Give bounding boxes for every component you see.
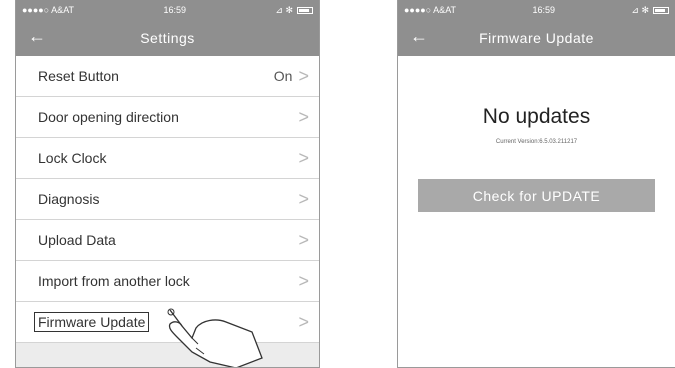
chevron-right-icon: > [298,270,309,291]
firmware-update-screen: ●●●●○ A&AT 16:59 ⊿ ✻ ← Firmware Update N… [397,0,675,368]
row-value: On [273,68,293,84]
carrier-label: ●●●●○ A&AT [404,5,457,15]
back-arrow-icon[interactable]: ← [28,26,46,47]
chevron-right-icon: > [298,229,309,250]
battery-icon [297,6,313,14]
chevron-right-icon: > [298,65,309,86]
chevron-right-icon: > [298,106,309,127]
check-for-update-button[interactable]: Check for UPDATE [418,179,655,212]
row-label: Firmware Update [34,312,150,332]
row-label: Lock Clock [38,150,107,166]
row-door-opening-direction[interactable]: Door opening direction > [16,97,319,138]
row-upload-data[interactable]: Upload Data > [16,220,319,261]
chevron-right-icon: > [298,188,309,209]
row-import-from-another-lock[interactable]: Import from another lock > [16,261,319,302]
row-label: Diagnosis [38,191,100,207]
back-arrow-icon[interactable]: ← [410,26,428,47]
carrier-label: ●●●●○ A&AT [22,5,75,15]
row-label: Reset Button [38,68,119,84]
current-version-text: Current Version:6.5.03.211217 [495,139,578,145]
battery-icon [653,6,669,14]
update-status-heading: No updates [482,105,591,128]
nav-bar: ← Settings [16,20,319,56]
page-title: Firmware Update [479,30,594,46]
status-time: 16:59 [163,5,186,15]
settings-list: Reset Button On > Door opening direction… [16,56,319,343]
row-reset-button[interactable]: Reset Button On > [16,56,319,97]
chevron-right-icon: > [298,147,309,168]
status-bar: ●●●●○ A&AT 16:59 ⊿ ✻ [16,0,319,20]
status-icons: ⊿ ✻ [631,4,649,15]
row-lock-clock[interactable]: Lock Clock > [16,138,319,179]
status-icons: ⊿ ✻ [275,4,293,15]
tap-hand-icon [167,308,263,367]
update-content: No updates Current Version:6.5.03.211217… [398,105,675,212]
status-time: 16:59 [532,5,555,15]
row-diagnosis[interactable]: Diagnosis > [16,179,319,220]
settings-screen: ●●●●○ A&AT 16:59 ⊿ ✻ ← Settings Reset Bu… [15,0,320,368]
status-bar: ●●●●○ A&AT 16:59 ⊿ ✻ [398,0,675,20]
row-label: Door opening direction [38,109,179,125]
row-label: Import from another lock [38,273,190,289]
page-title: Settings [140,30,195,46]
row-label: Upload Data [38,232,116,248]
chevron-right-icon: > [298,311,309,332]
nav-bar: ← Firmware Update [398,20,675,56]
